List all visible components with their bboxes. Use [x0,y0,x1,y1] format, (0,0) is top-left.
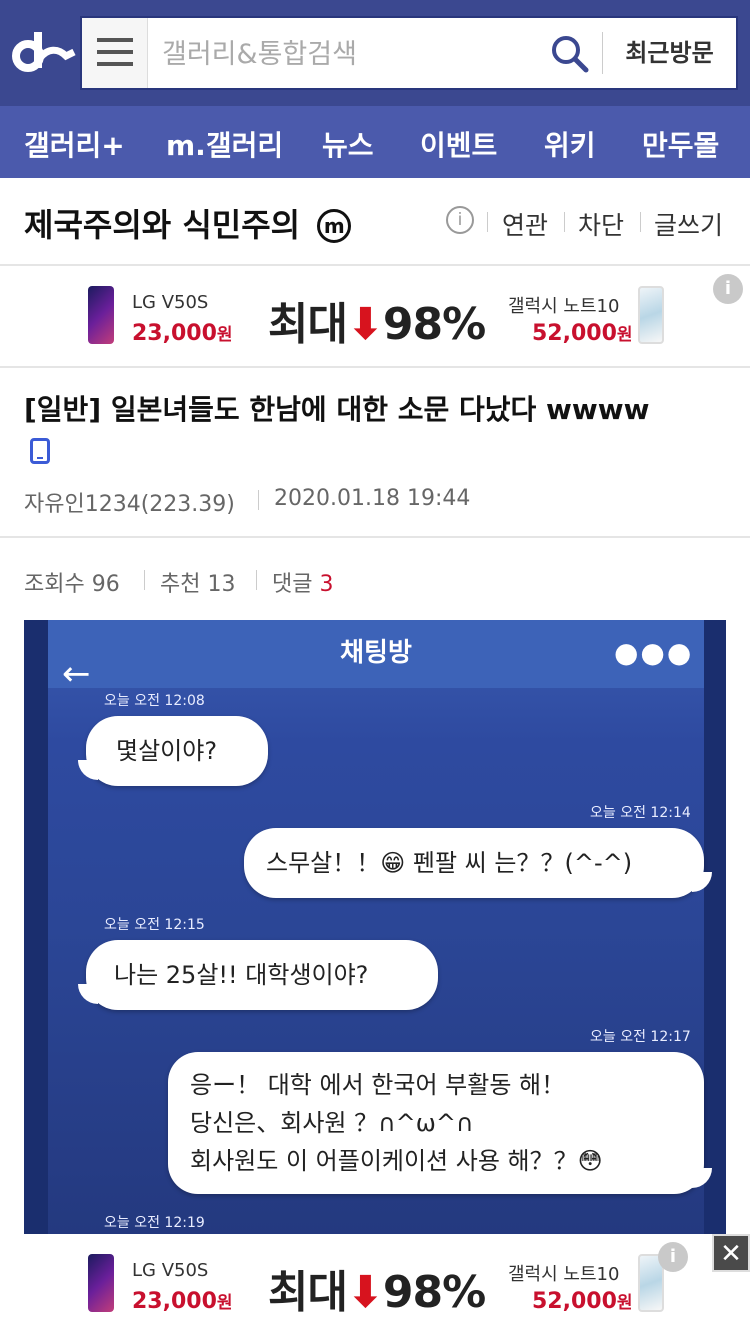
menu-button[interactable] [82,18,148,88]
chat-bubble-left: 몇살이야? [78,716,268,786]
search-input[interactable] [162,36,542,72]
mobile-icon [30,438,50,464]
comment-count[interactable]: 댓글 3 [272,566,333,598]
chat-line: 당신은、회사원 ？∩^ω^∩ [190,1109,474,1137]
search-box: 최근방문 [80,16,738,90]
down-arrow-icon: ⬇ [346,1267,384,1318]
ad-banner[interactable]: LG V50S 23,000원 최대⬇98% 갤럭시 노트10 52,000원 … [0,266,750,366]
timestamp: 오늘 오전 12:14 [590,805,691,821]
nav-m-gallery[interactable]: m.갤러리 [166,124,283,164]
ad-right-price: 52,000원 [532,1289,633,1314]
divider [258,490,259,510]
galaxy-phone-image [638,286,664,344]
chat-line: 응ー！ 대학 에서 한국어 부활동 해！ [190,1071,566,1099]
lg-phone-image [88,286,114,344]
info-icon[interactable]: i [446,206,474,234]
ad-right-name: 갤럭시 노트10 [508,1264,620,1285]
divider [0,366,750,368]
timestamp: 오늘 오전 12:08 [104,693,205,709]
down-arrow-icon: ⬇ [346,299,384,350]
post-title: [일반] 일본녀들도 한남에 대한 소문 다났다 wwww [24,393,650,426]
search-icon[interactable] [550,34,590,74]
chat-header: ← 채팅방 ●●● [48,620,704,694]
ad-headline: 최대⬇98% [268,299,486,350]
gallery-title-text: 제국주의와 식민주의 [24,206,301,244]
chat-background: ← 채팅방 ●●● 오늘 오전 12:08 몇살이야? 오늘 오전 12:14 … [48,620,712,1234]
block-link[interactable]: 차단 [578,206,624,242]
recommend-count: 추천 13 [160,572,236,597]
ad-headline: 최대⬇98% [268,1267,486,1318]
divider [640,212,641,232]
divider [0,536,750,538]
nav-gallery-plus[interactable]: 갤러리+ [24,124,125,164]
bottom-ad-banner[interactable]: LG V50S 23,000원 최대⬇98% 갤럭시 노트10 52,000원 … [56,1234,696,1334]
divider [256,570,257,590]
chat-line: 회사원도 이 어플이케이션 사용 해？？😳 [190,1147,603,1175]
chat-bubble-right: 응ー！ 대학 에서 한국어 부활동 해！ 당신은、회사원 ？∩^ω^∩ 회사원도… [168,1052,712,1194]
post-image-chat-screenshot: ← 채팅방 ●●● 오늘 오전 12:08 몇살이야? 오늘 오전 12:14 … [24,620,726,1234]
view-count: 조회수 96 [24,572,120,597]
ad-info-icon[interactable]: i [713,274,743,304]
write-link[interactable]: 글쓰기 [654,206,723,242]
close-ad-button[interactable]: ✕ [712,1234,750,1272]
gallery-header: 제국주의와 식민주의 m i 연관 차단 글쓰기 [0,178,750,266]
lg-phone-image [88,1254,114,1312]
ad-left-name: LG V50S [132,1260,209,1281]
ad-right-price: 52,000원 [532,321,633,346]
recent-visits-button[interactable]: 최근방문 [602,32,736,74]
related-link[interactable]: 연관 [502,206,548,242]
minor-gallery-badge: m [317,209,352,243]
gallery-title[interactable]: 제국주의와 식민주의 m [24,200,352,246]
timestamp: 오늘 오전 12:17 [590,1029,691,1045]
chat-bubble-left: 나는 25살!! 대학생이야? [78,940,438,1010]
divider [564,212,565,232]
post-author[interactable]: 자유인1234(223.39) [24,486,235,518]
nav-news[interactable]: 뉴스 [322,124,374,164]
chat-title: 채팅방 [340,638,412,668]
divider [487,212,488,232]
ad-left-price: 23,000원 [132,1289,233,1314]
nav-wiki[interactable]: 위키 [544,124,596,164]
nav-event[interactable]: 이벤트 [420,124,497,164]
divider [144,570,145,590]
more-icon: ●●● [614,636,694,669]
timestamp: 오늘 오전 12:15 [104,917,205,933]
ad-right-name: 갤럭시 노트10 [508,296,620,317]
main-nav: 갤러리+ m.갤러리 뉴스 이벤트 위키 만두몰 [0,106,750,178]
chat-bubble-right: 스무살！！😁 펜팔 씨 는？？(^-^) [244,828,712,898]
post-date: 2020.01.18 19:44 [274,486,471,511]
timestamp: 오늘 오전 12:19 [104,1215,205,1231]
ad-info-icon[interactable]: i [658,1242,688,1272]
ad-left-price: 23,000원 [132,321,233,346]
top-bar: 최근방문 [0,0,750,106]
dc-logo-icon[interactable] [10,26,76,78]
nav-mall[interactable]: 만두몰 [642,124,719,164]
ad-left-name: LG V50S [132,292,209,313]
